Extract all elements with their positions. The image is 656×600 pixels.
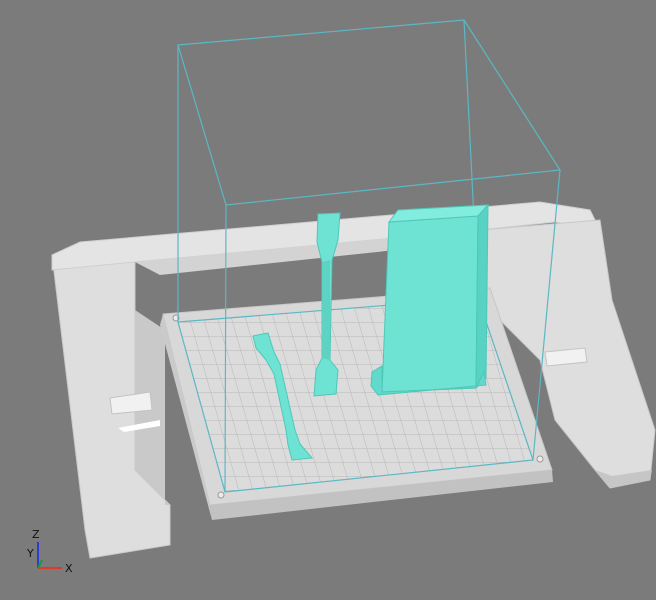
x-axis-label: X bbox=[65, 562, 73, 575]
3d-viewport[interactable]: Z Y X bbox=[0, 0, 656, 600]
z-axis-label: Z bbox=[32, 528, 40, 541]
y-axis-label: Y bbox=[26, 547, 34, 560]
rectangular-block[interactable] bbox=[370, 203, 490, 396]
